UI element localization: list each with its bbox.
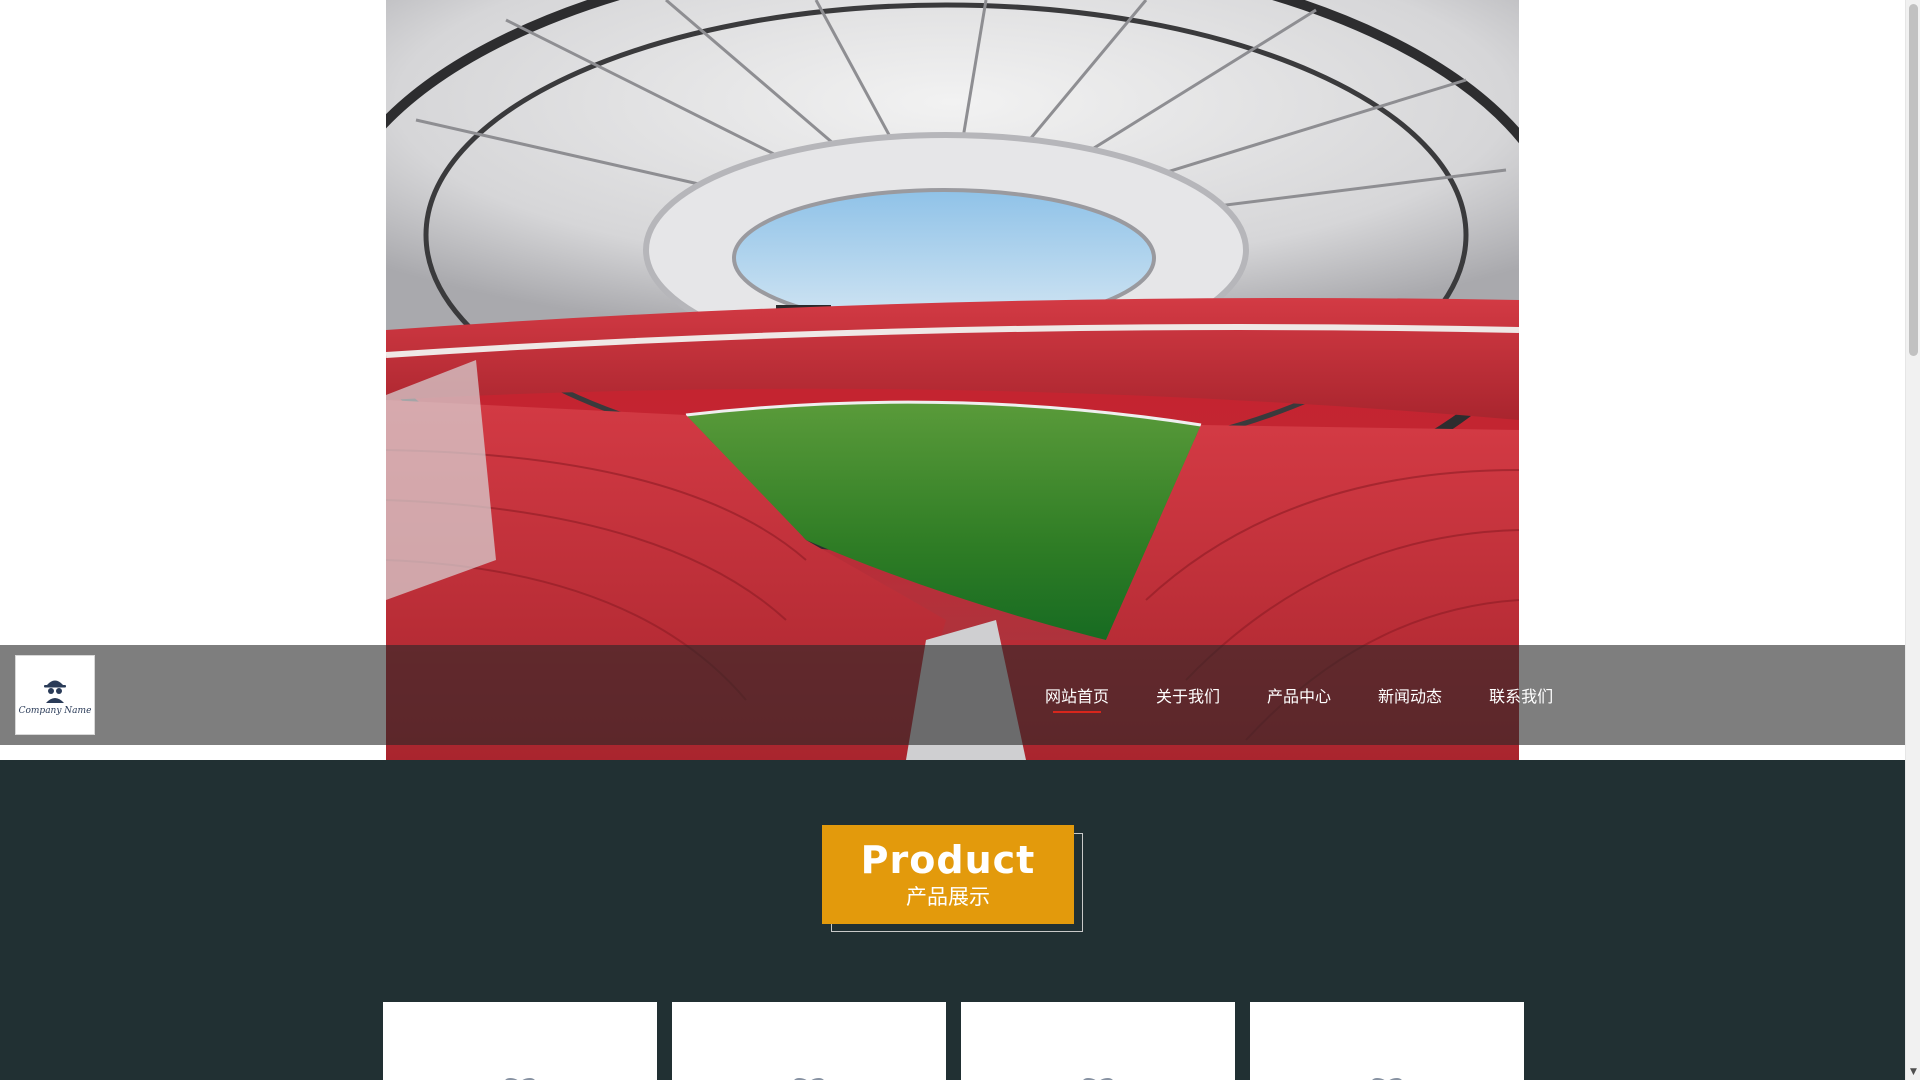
product-icon (1372, 1078, 1402, 1080)
product-card[interactable] (961, 1002, 1235, 1080)
product-card[interactable] (383, 1002, 657, 1080)
spy-icon (44, 680, 66, 703)
product-card[interactable] (672, 1002, 946, 1080)
page: Company Name 网站首页 关于我们 产品中心 新闻动态 联系我们 Pr… (0, 0, 1920, 1080)
product-card[interactable] (1250, 1002, 1524, 1080)
section-title-en: Product (860, 837, 1036, 882)
nav-item-contact[interactable]: 联系我们 (1489, 683, 1553, 707)
product-icon (1083, 1078, 1113, 1080)
company-logo[interactable]: Company Name (15, 655, 95, 735)
nav-item-home[interactable]: 网站首页 (1045, 683, 1109, 713)
nav-item-products[interactable]: 产品中心 (1267, 683, 1331, 707)
nav-item-about[interactable]: 关于我们 (1156, 683, 1220, 707)
section-title: Product 产品展示 (822, 825, 1074, 924)
product-section: Product 产品展示 (0, 760, 1905, 1080)
product-icon (505, 1078, 535, 1080)
main-nav: 网站首页 关于我们 产品中心 新闻动态 联系我们 (1045, 645, 1553, 745)
page-scrollbar[interactable]: ▼ (1905, 0, 1920, 1080)
header-navbar: Company Name 网站首页 关于我们 产品中心 新闻动态 联系我们 (0, 645, 1905, 745)
scrollbar-thumb[interactable] (1909, 4, 1918, 356)
section-title-cn: 产品展示 (906, 884, 990, 909)
company-name-text: Company Name (18, 706, 92, 716)
nav-item-news[interactable]: 新闻动态 (1378, 683, 1442, 707)
scroll-down-arrow-icon[interactable]: ▼ (1908, 1068, 1919, 1077)
product-card-list (383, 1002, 1524, 1080)
product-icon (794, 1078, 824, 1080)
